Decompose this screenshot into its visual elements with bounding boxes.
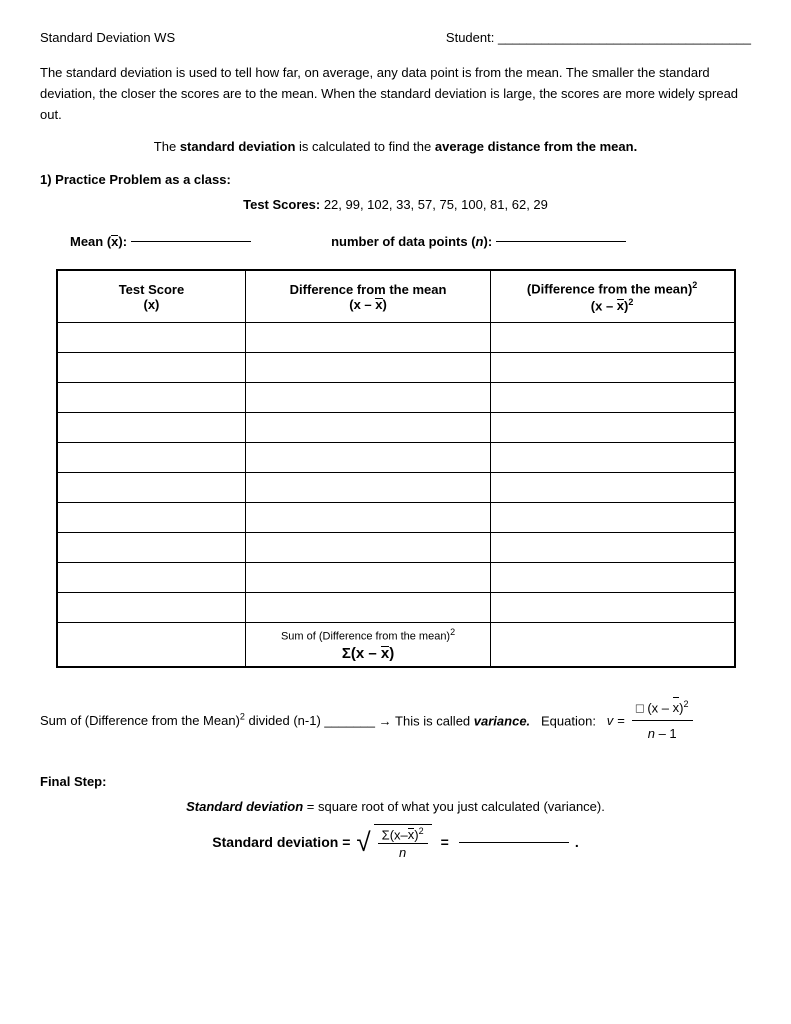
variance-pre: Sum of (Difference from the Mean)2 divid… [40,713,375,728]
scores-label: Test Scores: [243,197,320,212]
variance-row: Sum of (Difference from the Mean)2 divid… [40,696,751,746]
bold-term2: average distance from the mean. [435,139,637,154]
page-header: Standard Deviation WS Student: _________… [40,30,751,45]
variance-equation: v = □ (x – x)2 n – 1 [607,696,696,746]
col3-header: (Difference from the mean)2 (x – x)2 [490,270,734,322]
col2-header-line1: Difference from the mean [254,282,481,297]
bold-center-line: The standard deviation is calculated to … [40,139,751,154]
scores-list: 22, 99, 102, 33, 57, 75, 100, 81, 62, 29 [324,197,548,212]
table-row [57,472,735,502]
sd-period: . [575,834,579,850]
col3-header-line1: (Difference from the mean)2 [499,280,726,296]
sqrt-symbol: √ [356,829,370,855]
variance-denominator: n – 1 [644,721,681,745]
mean-input-line [131,241,251,242]
mean-row: Mean (x): number of data points (n): [40,234,751,249]
intro-paragraph: The standard deviation is used to tell h… [40,63,751,125]
table-header-row: Test Score (x) Difference from the mean … [57,270,735,322]
col1-header: Test Score (x) [57,270,246,322]
sd-eq-label: Standard deviation = [212,834,350,850]
sum-cell: Sum of (Difference from the mean)2 Σ(x –… [246,622,490,666]
table-row [57,592,735,622]
sd-bold-term: Standard deviation [186,799,303,814]
table-row [57,502,735,532]
student-field: Student: _______________________________… [446,30,751,45]
sd-description: Standard deviation = square root of what… [40,799,751,814]
section-title: 1) Practice Problem as a class: [40,172,751,187]
table-row [57,562,735,592]
sd-numerator: Σ(x–x)2 [378,826,428,844]
col1-header-line1: Test Score [66,282,238,297]
sd-fraction: Σ(x–x)2 n [374,824,432,861]
sd-equals: = [441,834,449,850]
col2-header: Difference from the mean (x – x) [246,270,490,322]
table-row [57,532,735,562]
table-row [57,352,735,382]
table-row [57,322,735,352]
sd-sqrt-wrapper: √ Σ(x–x)2 n [356,824,434,861]
bold-term1: standard deviation [180,139,296,154]
sum-label-line2: Σ(x – x) [254,645,481,662]
mean-label: Mean (x): [70,234,127,249]
sd-equation: Standard deviation = √ Σ(x–x)2 n = . [212,824,578,861]
final-step-title: Final Step: [40,774,106,789]
table-row [57,382,735,412]
table-row [57,412,735,442]
bold-line-mid: is calculated to find the [295,139,434,154]
data-table: Test Score (x) Difference from the mean … [56,269,736,667]
col3-header-line2: (x – x)2 [499,297,726,313]
sd-denominator: n [395,844,410,860]
n-label: number of data points (n): [331,234,492,249]
variance-eq-label: Equation: [534,713,603,728]
col1-header-line2: (x) [66,297,238,312]
table-row [57,442,735,472]
final-step-label: Final Step: [40,774,751,789]
n-input-line [496,241,626,242]
col2-header-line2: (x – x) [254,297,481,312]
worksheet-title: Standard Deviation WS [40,30,175,45]
sum-label-line1: Sum of (Difference from the mean)2 [254,627,481,643]
sd-equation-row: Standard deviation = √ Σ(x–x)2 n = . [40,824,751,861]
sd-answer-line [459,842,569,843]
test-scores: Test Scores: 22, 99, 102, 33, 57, 75, 10… [40,197,751,212]
variance-fraction: □ (x – x)2 n – 1 [632,696,693,746]
variance-term: variance. [474,713,530,728]
sd-desc-post: = square root of what you just calculate… [307,799,605,814]
variance-numerator: □ (x – x)2 [632,696,693,722]
variance-arrow: → This is called [379,713,474,728]
bold-line-pre: The [154,139,180,154]
sum-row: Sum of (Difference from the mean)2 Σ(x –… [57,622,735,666]
